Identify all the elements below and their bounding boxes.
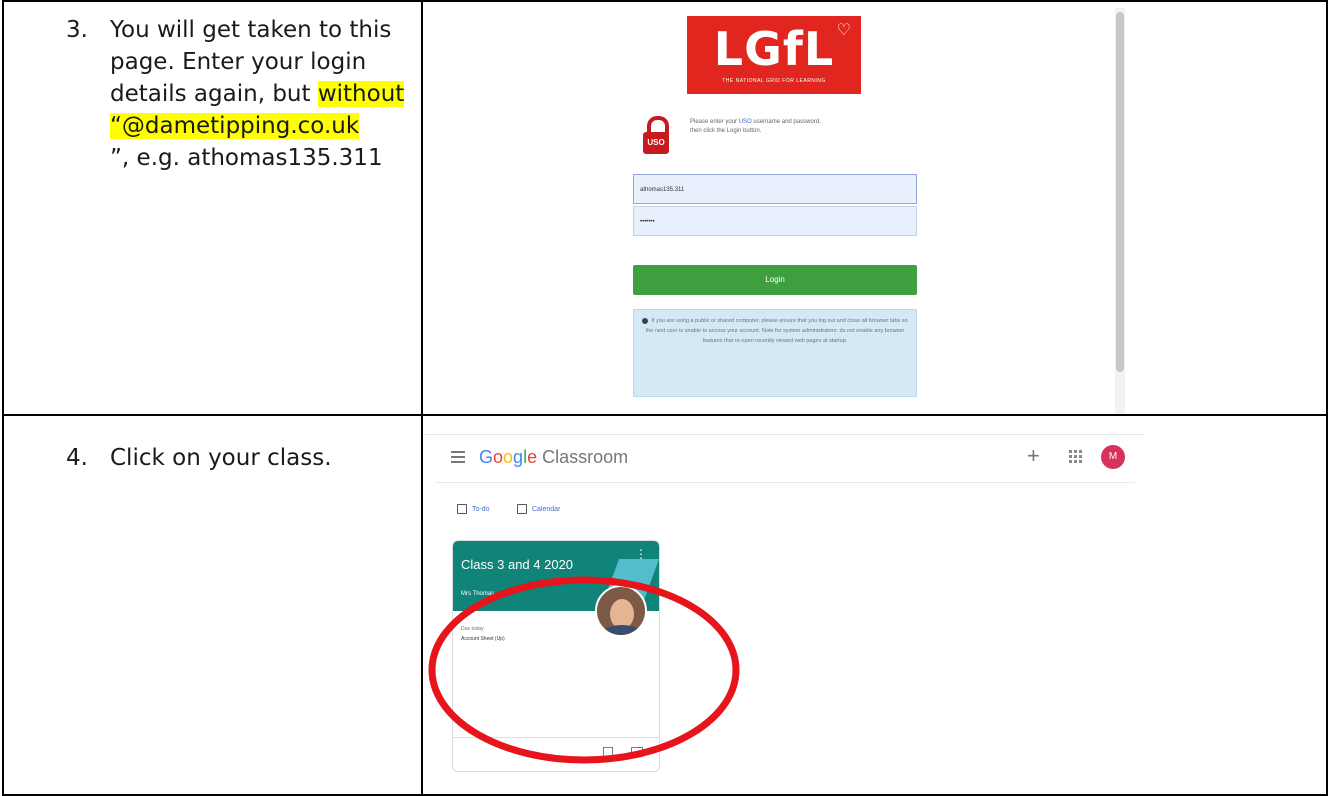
calendar-label: Calendar [532, 505, 561, 513]
divider [425, 434, 1145, 435]
intro-text: username and password, [751, 119, 821, 125]
brand-letter: g [513, 447, 524, 467]
highlighted-domain: “@dametipping.co.uk [110, 113, 360, 139]
brand-letter: o [503, 447, 514, 467]
annotation-circle [428, 576, 740, 764]
scrollbar-thumb[interactable] [1116, 12, 1124, 372]
more-options-icon[interactable]: ⋮ [635, 547, 647, 561]
username-input[interactable]: athomas135.311 [633, 174, 917, 204]
highlighted-word: without [317, 81, 405, 107]
brand-letter: G [479, 447, 494, 467]
heart-icon: ♡ [836, 22, 851, 39]
table-border-right [1326, 0, 1328, 796]
add-class-icon[interactable]: + [1027, 443, 1040, 469]
calendar-icon [517, 504, 527, 514]
intro-text: then click the Login button. [690, 128, 762, 134]
login-button[interactable]: Login [633, 265, 917, 295]
apps-grid-icon[interactable] [1069, 450, 1083, 464]
step-number: 3. [66, 17, 88, 43]
table-row-divider [2, 414, 1328, 416]
brand-letter: o [493, 447, 504, 467]
uso-link[interactable]: USO [739, 119, 752, 125]
todo-label: To-do [472, 505, 490, 513]
security-notice: If you are using a public or shared comp… [633, 309, 917, 397]
padlock-icon: USO [641, 116, 671, 156]
calendar-link[interactable]: Calendar [517, 504, 560, 514]
menu-icon[interactable] [451, 451, 465, 463]
password-input[interactable]: ••••••• [633, 206, 917, 236]
todo-icon [457, 504, 467, 514]
brand-letter: e [527, 447, 538, 467]
intro-text: Please enter your [690, 119, 739, 125]
lgfl-login-screenshot: LGfL ♡ THE NATIONAL GRID FOR LEARNING US… [425, 2, 1130, 414]
login-instructions: Please enter your USO username and passw… [690, 118, 930, 136]
step-text-after: ”, e.g. athomas135.311 [110, 145, 383, 171]
brand-product: Classroom [542, 447, 629, 467]
step-number: 4. [66, 445, 88, 471]
todo-link[interactable]: To-do [457, 504, 490, 514]
step-text: You will get taken to this page. Enter y… [110, 14, 440, 174]
header-divider [435, 482, 1135, 483]
lock-badge: USO [643, 132, 669, 154]
logo-tagline: THE NATIONAL GRID FOR LEARNING [722, 78, 826, 84]
table-border-left [2, 0, 4, 796]
class-title[interactable]: Class 3 and 4 2020 [461, 557, 573, 572]
classroom-brand: Google Classroom [479, 447, 628, 468]
notice-text: If you are using a public or shared comp… [645, 318, 908, 344]
info-icon [642, 317, 649, 324]
step-text: Click on your class. [110, 445, 332, 471]
lgfl-logo: LGfL ♡ THE NATIONAL GRID FOR LEARNING [687, 16, 861, 94]
logo-text: LGfL [713, 22, 835, 76]
account-avatar[interactable]: M [1101, 445, 1125, 469]
